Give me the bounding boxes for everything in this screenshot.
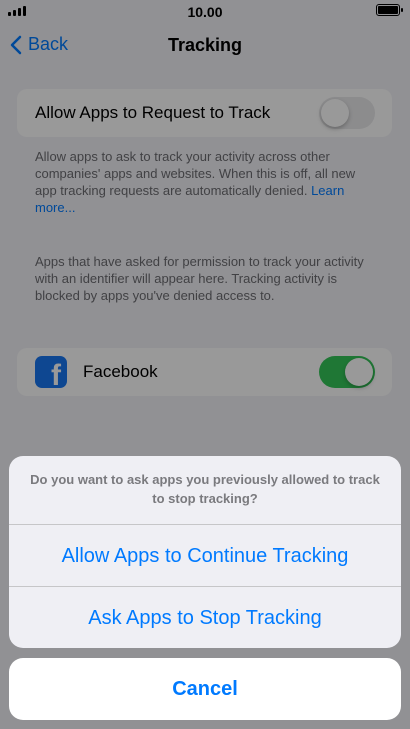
ask-stop-tracking-button[interactable]: Ask Apps to Stop Tracking bbox=[9, 586, 401, 648]
action-sheet: Do you want to ask apps you previously a… bbox=[9, 456, 401, 648]
cancel-button[interactable]: Cancel bbox=[9, 658, 401, 720]
allow-continue-tracking-button[interactable]: Allow Apps to Continue Tracking bbox=[9, 524, 401, 586]
action-sheet-message: Do you want to ask apps you previously a… bbox=[30, 472, 380, 506]
